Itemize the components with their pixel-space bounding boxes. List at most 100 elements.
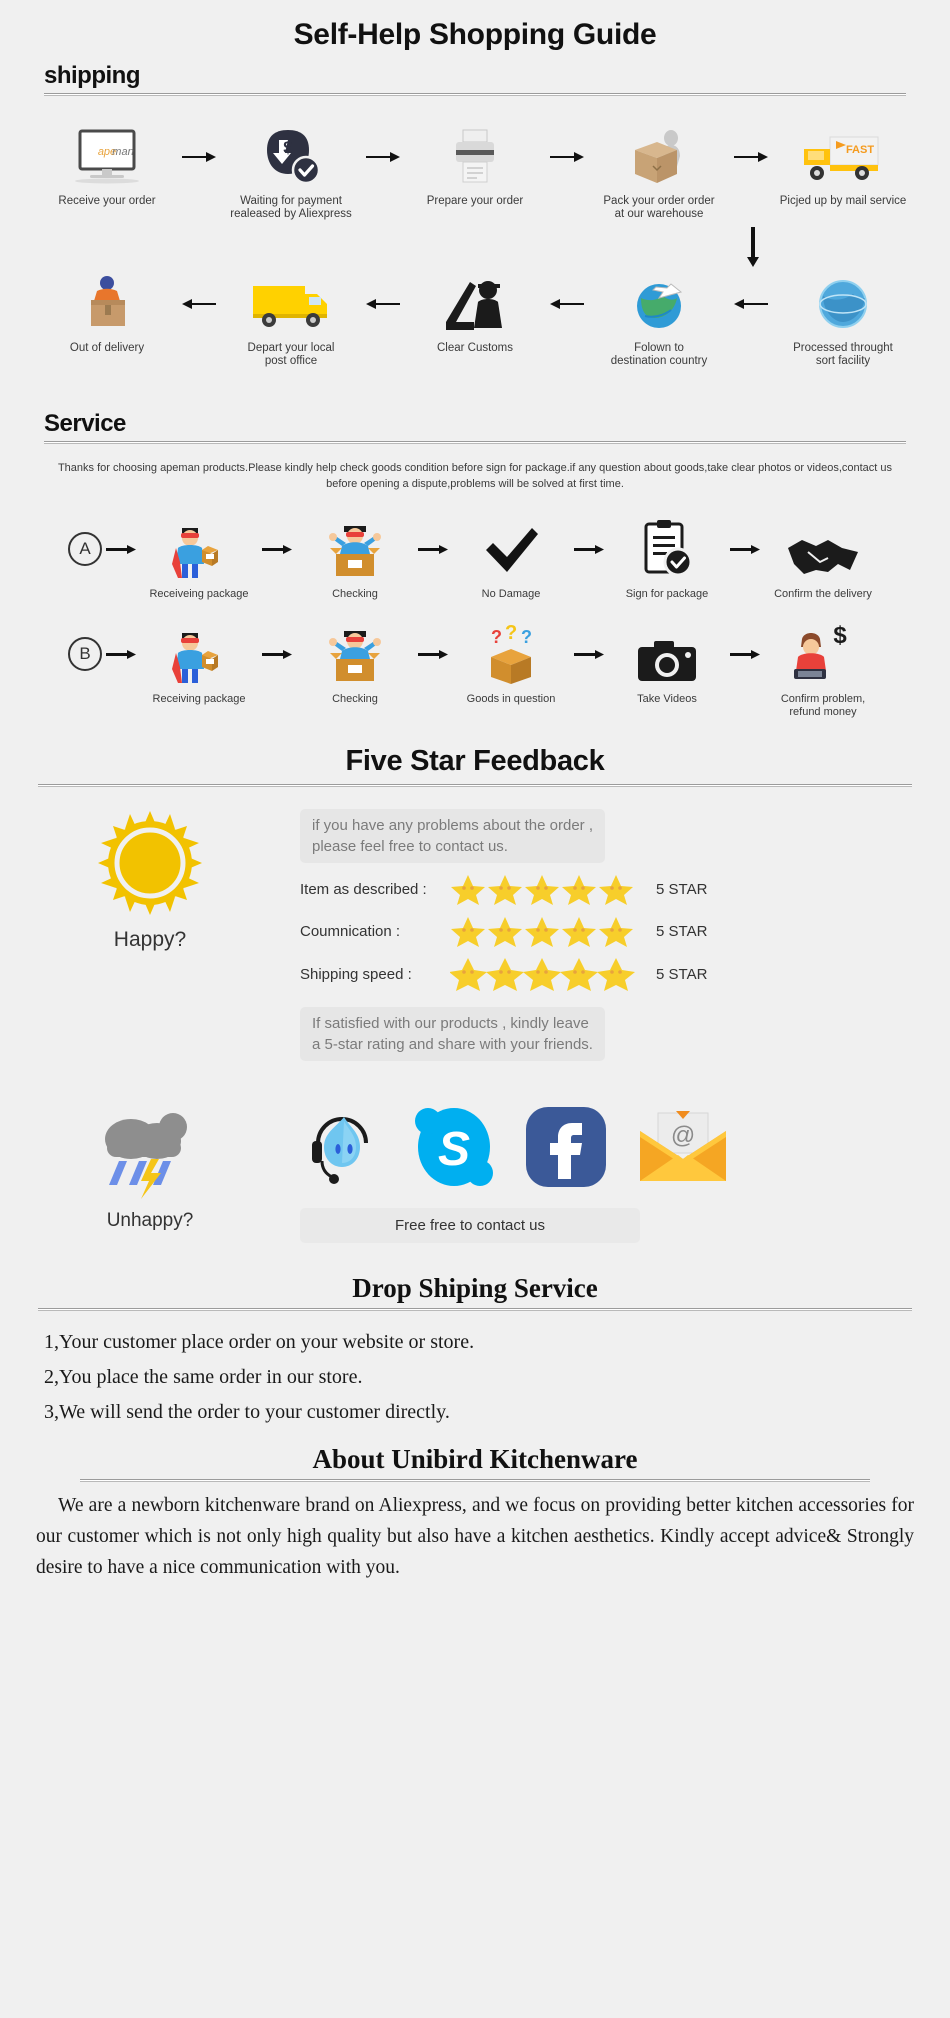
infographic-page: Self-Help Shopping Guide shipping ape ma… (0, 0, 950, 2018)
shipping-step-label: Depart your local post office (247, 342, 335, 367)
rating-value: 5 STAR (656, 880, 708, 898)
badge-b: B (68, 637, 102, 671)
service-step-label: Confirm the delivery (774, 588, 872, 600)
shipping-step: Processed throught sort facility (773, 273, 913, 368)
packing-box-icon (627, 126, 691, 188)
shipping-step: $ Waiting for payment realeased by Aliex… (221, 126, 361, 221)
service-step-label: Checking (332, 693, 378, 705)
divider-shipping (44, 93, 906, 96)
service-step-label: Receiving package (152, 693, 246, 705)
skype-icon[interactable]: S (412, 1105, 496, 1194)
feedback-happy-block: Happy? if you have any problems about th… (0, 787, 950, 1061)
rating-row: Shipping speed : 5 STAR (300, 957, 920, 991)
email-icon[interactable]: @ (636, 1109, 730, 1190)
list-item: 1,Your customer place order on your webs… (44, 1331, 475, 1353)
svg-text:FAST: FAST (846, 144, 874, 156)
service-step: Checking (296, 623, 414, 706)
feedback-unhappy-block: Unhappy? S @ Free free to contact us (0, 1095, 950, 1243)
rating-label: Shipping speed : (300, 965, 412, 983)
satisfied-note: If satisfied with our products , kindly … (300, 1007, 605, 1061)
arrow-left-icon (545, 273, 589, 335)
svg-text:?: ? (505, 625, 517, 644)
service-step: ? ? ? Goods in question (452, 623, 570, 706)
service-step: Checking (296, 518, 414, 601)
arrow-right-icon (361, 126, 405, 188)
badge-a: A (68, 532, 102, 566)
shipping-step-label: Prepare your order (426, 195, 524, 207)
arrow-right-icon (102, 518, 140, 580)
rating-row: Item as described : 5 STAR (300, 873, 920, 905)
happy-label: Happy? (113, 928, 187, 951)
shipping-row-2: Out of delivery Depart your local post o… (0, 273, 950, 368)
shipping-step: Out of delivery (37, 273, 177, 355)
unhappy-label: Unhappy? (106, 1210, 194, 1231)
service-step-label: Receiveing package (149, 588, 249, 600)
arrow-right-icon (102, 623, 140, 685)
contact-bar[interactable]: Free free to contact us (300, 1208, 640, 1243)
globe-plane-icon (631, 273, 687, 335)
svg-text:man: man (112, 146, 133, 158)
payment-released-icon: $ (261, 126, 321, 188)
arrow-right-icon (545, 126, 589, 188)
arrow-right-icon (729, 126, 773, 188)
service-step-label: Checking (332, 588, 378, 600)
shipping-row-1: ape man Receive your order $ Waiting for… (0, 126, 950, 221)
page-title: Self-Help Shopping Guide (293, 18, 657, 51)
customs-officer-icon (442, 273, 508, 335)
trillian-support-icon[interactable] (300, 1105, 384, 1194)
star-rating (450, 873, 642, 905)
shipping-step-label: Folown to destination country (610, 342, 708, 367)
service-step: Take Videos (608, 623, 726, 706)
svg-text:?: ? (491, 627, 502, 647)
storm-cloud-icon (95, 1105, 205, 1206)
arrow-right-icon (726, 623, 764, 685)
rating-label: Coumnication : (300, 922, 401, 940)
star-rating (450, 957, 642, 991)
arrow-left-icon (729, 273, 773, 335)
out-for-delivery-icon (77, 273, 137, 335)
star-rating (450, 915, 642, 947)
happy-column: Happy? (0, 809, 300, 1061)
social-icon-list: S @ (300, 1105, 920, 1194)
unhappy-column: Unhappy? (0, 1105, 300, 1232)
service-step-label: Take Videos (637, 693, 697, 705)
shipping-step: Clear Customs (405, 273, 545, 355)
service-row-b: B Receiving package Checking ? ? ? Goods… (0, 623, 950, 719)
svg-text:@: @ (671, 1122, 695, 1149)
svg-text:?: ? (521, 627, 532, 647)
arrow-right-icon (414, 518, 452, 580)
service-step-label: No Damage (481, 588, 541, 600)
arrow-right-icon (570, 623, 608, 685)
refund-money-icon: $ (790, 623, 856, 685)
shipping-step-label: Pack your order order at our warehouse (603, 195, 715, 220)
shipping-step-label: Waiting for payment realeased by Aliexpr… (230, 195, 352, 220)
rating-value: 5 STAR (656, 965, 708, 983)
sun-icon (96, 809, 204, 922)
section-heading-dropshipping: Drop Shiping Service (352, 1273, 598, 1303)
arrow-right-icon (570, 518, 608, 580)
rating-value: 5 STAR (656, 922, 708, 940)
arrow-right-icon (258, 518, 296, 580)
list-item: 2,You place the same order in our store. (44, 1366, 363, 1388)
shipping-step: Depart your local post office (221, 273, 361, 368)
svg-text:S: S (438, 1123, 470, 1176)
hero-package-icon (168, 518, 230, 580)
facebook-icon[interactable] (524, 1105, 608, 1194)
service-step: Confirm the delivery (764, 518, 882, 601)
shipping-step-label: Clear Customs (436, 342, 514, 354)
handshake-icon (786, 518, 860, 580)
monitor-apeman-icon: ape man (70, 126, 144, 188)
arrow-right-icon (177, 126, 221, 188)
service-step: Receiving package (140, 623, 258, 706)
section-heading-service: Service (44, 410, 126, 437)
service-step: Receiveing package (140, 518, 258, 601)
service-step: $ Confirm problem, refund money (764, 623, 882, 719)
shipping-step: Prepare your order (405, 126, 545, 208)
delivery-truck-icon: FAST (800, 126, 886, 188)
arrow-right-icon (726, 518, 764, 580)
service-row-a: A Receiveing package Checking No Damage … (0, 518, 950, 601)
contact-column: S @ Free free to contact us (300, 1105, 950, 1243)
section-heading-shipping: shipping (44, 62, 140, 89)
arrow-right-icon (414, 623, 452, 685)
service-step: Sign for package (608, 518, 726, 601)
